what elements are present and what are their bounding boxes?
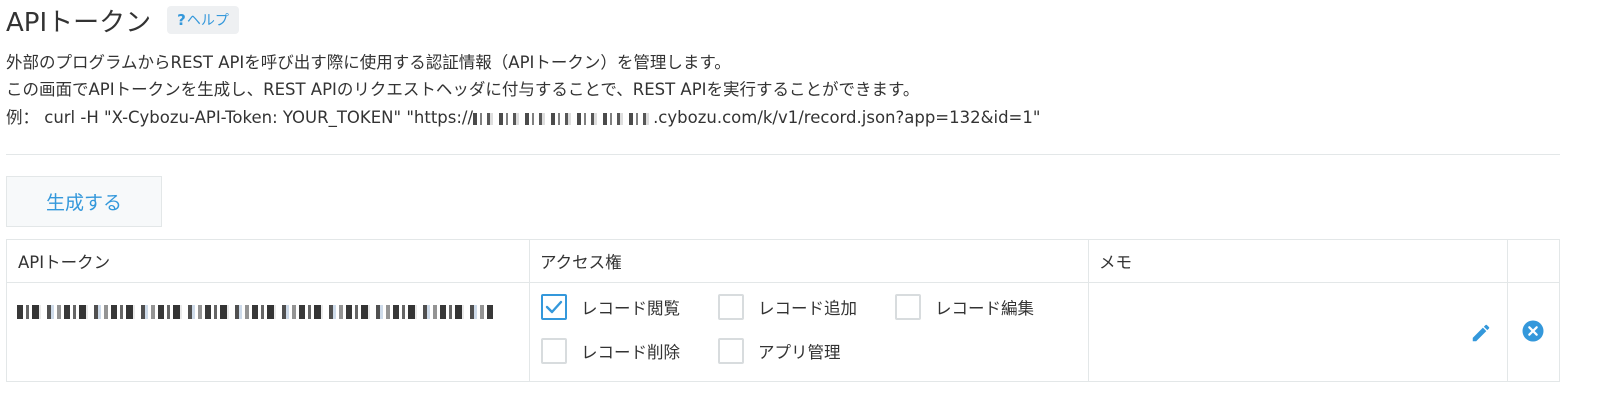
checkbox-unchecked[interactable]: [541, 338, 567, 364]
memo-cell: [1088, 283, 1507, 381]
access-cell: レコード閲覧 レコード追加 レコード編集 レコード削除 アプリ管理: [529, 283, 1088, 381]
generate-button[interactable]: 生成する: [6, 176, 162, 227]
description-line-3: 例： curl -H "X-Cybozu-API-Token: YOUR_TOK…: [6, 108, 1040, 128]
edit-button[interactable]: [1468, 320, 1494, 346]
permission-app-admin-checkbox[interactable]: アプリ管理: [718, 338, 841, 364]
token-cell: [7, 283, 529, 381]
api-token-settings-page: APIトークン ? ヘルプ 外部のプログラムからREST APIを呼び出す際に使…: [0, 0, 1600, 404]
actions-cell: [1507, 283, 1559, 381]
checkbox-unchecked[interactable]: [718, 294, 744, 320]
permission-add-checkbox[interactable]: レコード追加: [718, 294, 857, 320]
permission-label: レコード追加: [758, 299, 857, 318]
permission-delete-checkbox[interactable]: レコード削除: [541, 338, 680, 364]
permission-label: レコード閲覧: [581, 299, 680, 318]
help-label: ヘルプ: [186, 13, 229, 29]
permission-label: レコード編集: [935, 299, 1034, 318]
checkmark-icon: [545, 300, 563, 314]
help-icon: ?: [177, 11, 186, 29]
description-line-2: この画面でAPIトークンを生成し、REST APIのリクエストヘッダに付与するこ…: [6, 80, 920, 99]
header-token: APIトークン: [7, 240, 529, 283]
close-circle-icon: [1522, 320, 1544, 342]
page-title: APIトークン: [6, 7, 152, 38]
pencil-icon: [1472, 324, 1490, 342]
example-suffix: .cybozu.com/k/v1/record.json?app=132&id=…: [653, 108, 1041, 127]
permission-view-checkbox[interactable]: レコード閲覧: [541, 294, 680, 320]
checkbox-unchecked[interactable]: [895, 294, 921, 320]
checkbox-unchecked[interactable]: [718, 338, 744, 364]
header-actions: [1507, 240, 1559, 283]
masked-token-value: [17, 305, 495, 319]
header-access: アクセス権: [529, 240, 1088, 283]
header-memo: メモ: [1088, 240, 1507, 283]
delete-button[interactable]: [1521, 319, 1545, 343]
help-link[interactable]: ? ヘルプ: [167, 6, 239, 34]
checkbox-checked[interactable]: [541, 294, 567, 320]
divider: [6, 154, 1560, 155]
title-row: APIトークン ? ヘルプ: [6, 2, 239, 38]
example-prefix: 例： curl -H "X-Cybozu-API-Token: YOUR_TOK…: [6, 108, 474, 127]
permission-edit-checkbox[interactable]: レコード編集: [895, 294, 1034, 320]
permission-label: レコード削除: [581, 343, 680, 362]
token-table: APIトークン アクセス権 メモ レコード閲覧 レコード追加 レコード編集 レコ…: [6, 239, 1560, 382]
permission-label: アプリ管理: [758, 343, 841, 362]
description-line-1: 外部のプログラムからREST APIを呼び出す際に使用する認証情報（APIトーク…: [6, 53, 731, 72]
masked-subdomain: [473, 112, 654, 125]
